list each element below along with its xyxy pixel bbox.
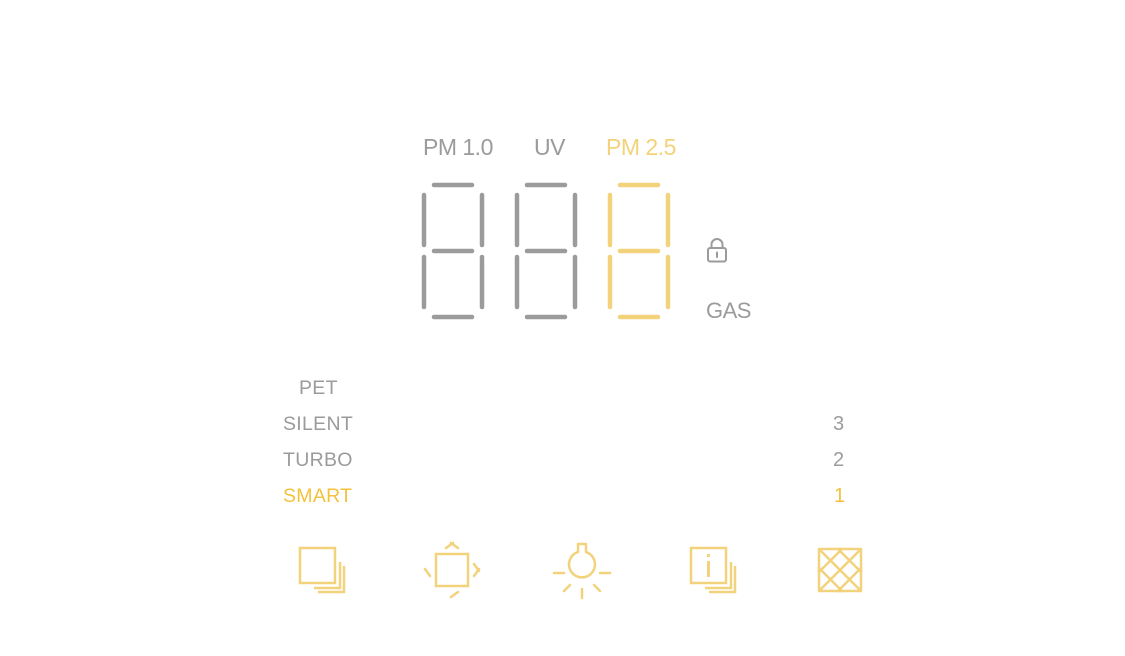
fan-speed-button[interactable] [810,540,870,600]
mode-pet: PET [299,377,338,399]
digit-3 [607,182,671,320]
fan-icon [817,547,863,593]
layers-icon [298,546,346,594]
bulb-icon [552,542,612,600]
rotate-icon [423,541,481,599]
mode-smart: SMART [283,485,353,507]
digit-1 [421,182,485,320]
fan-level-1: 1 [834,485,846,507]
light-button[interactable] [552,540,612,600]
gas-label: GAS [706,298,751,323]
fan-level-3: 3 [833,413,845,435]
fan-level-2: 2 [833,449,845,471]
mode-button[interactable] [292,540,352,600]
info-icon [689,546,737,594]
info-button[interactable] [683,540,743,600]
digit-2 [514,182,578,320]
mode-turbo: TURBO [283,449,353,471]
mode-silent: SILENT [283,413,354,435]
auto-cycle-button[interactable] [422,540,482,600]
lock-icon [705,236,729,264]
